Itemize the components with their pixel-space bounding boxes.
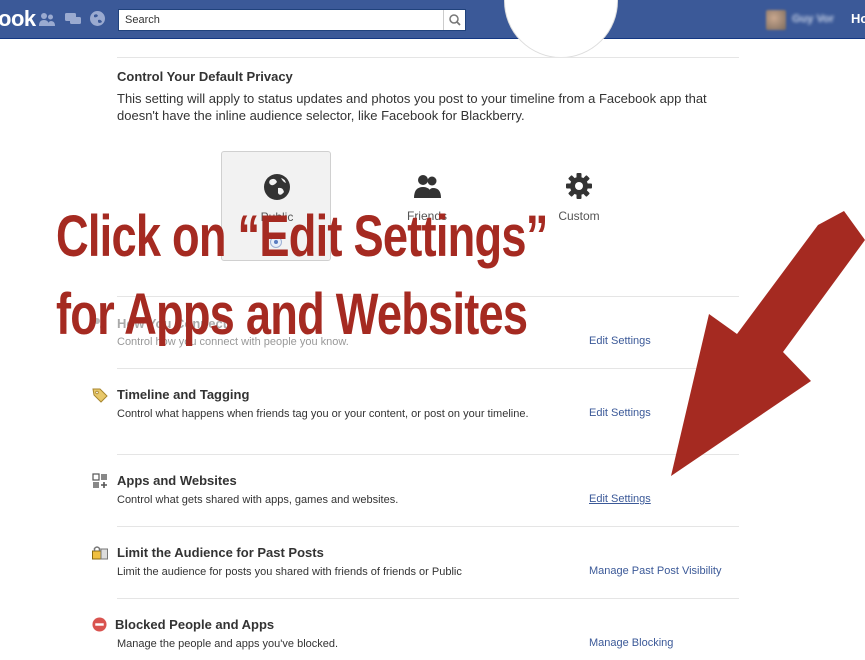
- annotation-line-1: Click on “Edit Settings”: [56, 204, 548, 269]
- annotation-line-2: for Apps and Websites: [56, 282, 528, 347]
- annotation-text: Click on “Edit Settings” for Apps and We…: [56, 198, 680, 354]
